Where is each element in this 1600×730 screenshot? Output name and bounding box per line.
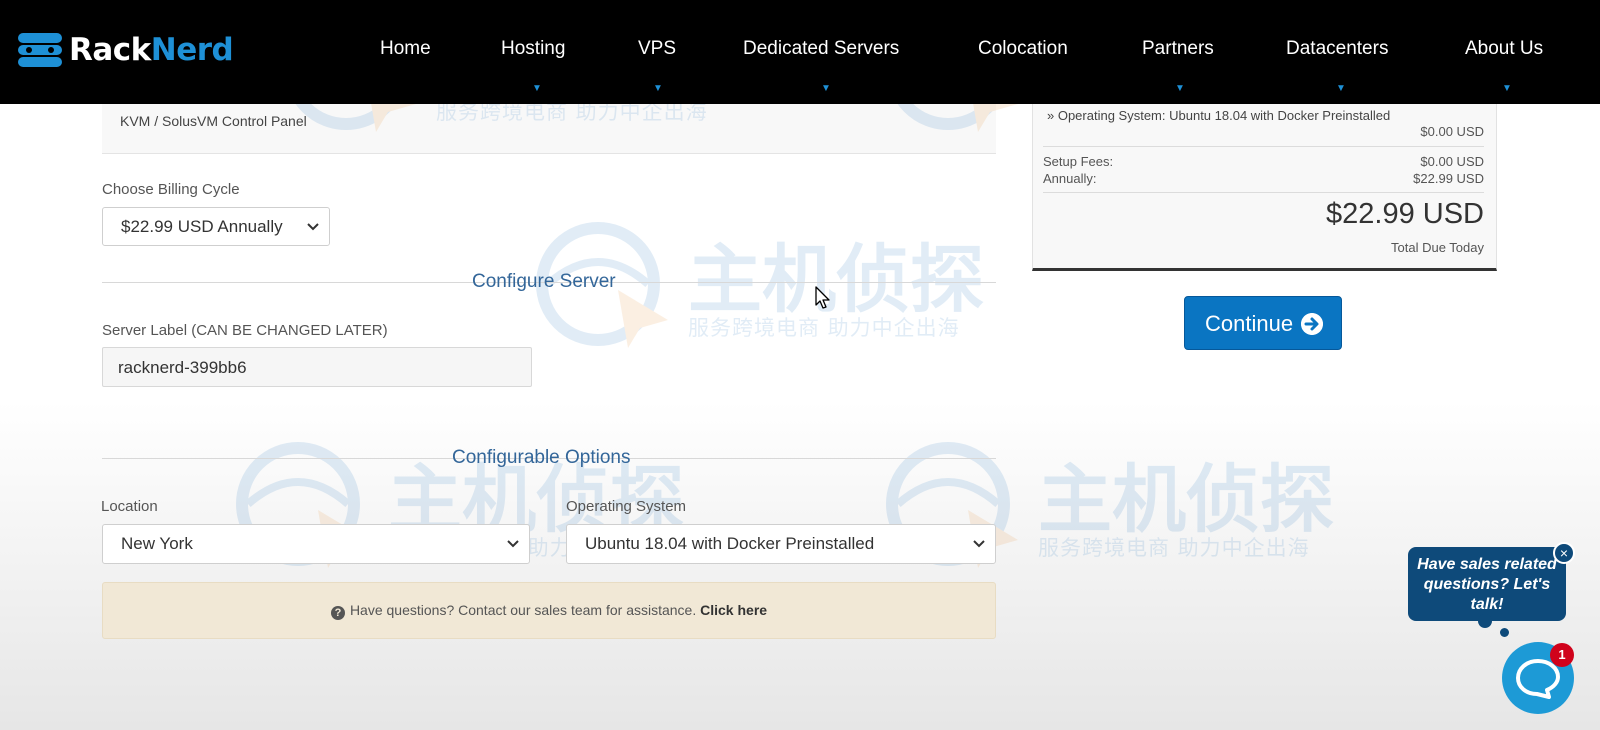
location-value: New York (121, 534, 193, 553)
server-label-value: racknerd-399bb6 (118, 358, 247, 377)
summary-os-line: » Operating System: Ubuntu 18.04 with Do… (1047, 108, 1391, 123)
configurable-options-heading: Configurable Options (452, 447, 631, 468)
location-label: Location (101, 498, 158, 515)
chat-prompt-bubble[interactable]: Have sales related questions? Let's talk… (1408, 547, 1566, 621)
chevron-down-icon: ▼ (821, 83, 831, 94)
os-value: Ubuntu 18.04 with Docker Preinstalled (585, 534, 875, 553)
billing-cycle-label: Choose Billing Cycle (102, 181, 240, 198)
order-summary: » Operating System: Ubuntu 18.04 with Do… (1032, 104, 1497, 271)
summary-setup-value: $0.00 USD (1420, 154, 1484, 169)
summary-total: $22.99 USD (1326, 198, 1484, 230)
summary-divider (1043, 146, 1484, 147)
product-details-panel: KVM / SolusVM Control Panel (102, 104, 996, 154)
nav-vps[interactable]: VPS (638, 38, 676, 60)
os-select[interactable]: Ubuntu 18.04 with Docker Preinstalled (566, 524, 996, 564)
control-panel-text: KVM / SolusVM Control Panel (120, 113, 307, 129)
logo-text-rack: Rack (69, 32, 151, 68)
summary-annual-label: Annually: (1043, 171, 1097, 186)
server-label-input[interactable]: racknerd-399bb6 (102, 347, 532, 387)
nav-about-us[interactable]: About Us (1465, 38, 1543, 60)
continue-button[interactable]: Continue (1184, 296, 1342, 350)
nav-hosting[interactable]: Hosting (501, 38, 565, 60)
chat-bubble-dot (1478, 614, 1492, 628)
sales-help-box: ? Have questions? Contact our sales team … (102, 582, 996, 639)
arrow-circle-right-icon (1301, 313, 1323, 335)
summary-os-price: $0.00 USD (1420, 124, 1484, 139)
chevron-down-icon: ▼ (653, 83, 663, 94)
sales-help-message: Have questions? Contact our sales team f… (349, 602, 697, 618)
nav-home[interactable]: Home (380, 38, 431, 60)
mouse-cursor-icon (815, 286, 830, 309)
racknerd-logo[interactable]: RackNerd (18, 32, 234, 68)
chat-close-icon[interactable]: × (1553, 542, 1575, 564)
chat-notification-badge: 1 (1550, 643, 1574, 667)
chevron-down-icon: ▼ (532, 83, 542, 94)
billing-cycle-select[interactable]: $22.99 USD Annually (102, 207, 330, 246)
configure-server-heading: Configure Server (472, 271, 616, 292)
question-circle-icon: ? (330, 606, 345, 620)
nav-colocation[interactable]: Colocation (978, 38, 1068, 60)
chevron-down-icon (307, 222, 319, 230)
chat-prompt-text: Have sales related questions? Let's talk… (1417, 556, 1557, 613)
sales-help-text: ? Have questions? Contact our sales team … (103, 602, 995, 620)
logo-text-nerd: Nerd (150, 32, 234, 68)
sales-help-link[interactable]: Click here (700, 602, 767, 618)
location-select[interactable]: New York (102, 524, 530, 564)
top-navbar: RackNerd Home Hosting ▼ VPS ▼ Dedicated … (0, 0, 1600, 104)
watermark-text: 主机侦探 (1038, 457, 1334, 543)
summary-total-caption: Total Due Today (1391, 240, 1484, 255)
nav-dedicated-servers[interactable]: Dedicated Servers (743, 38, 899, 60)
chevron-down-icon: ▼ (1336, 83, 1346, 94)
chevron-down-icon: ▼ (1175, 83, 1185, 94)
chat-bubble-dot (1500, 628, 1509, 637)
summary-setup-row: Setup Fees: $0.00 USD (1043, 154, 1484, 169)
nav-partners[interactable]: Partners (1142, 38, 1214, 60)
summary-divider (1043, 192, 1484, 193)
chevron-down-icon (507, 540, 519, 548)
summary-setup-label: Setup Fees: (1043, 154, 1114, 169)
logo-server-icon (18, 33, 62, 67)
continue-label: Continue (1205, 311, 1294, 336)
chevron-down-icon: ▼ (1502, 83, 1512, 94)
billing-cycle-value: $22.99 USD Annually (121, 216, 283, 236)
logo-wordmark: RackNerd (69, 32, 234, 68)
chevron-down-icon (973, 540, 985, 548)
os-label: Operating System (566, 498, 687, 515)
summary-annual-value: $22.99 USD (1413, 171, 1484, 186)
watermark-subtext: 服务跨境电商 助力中企出海 (1038, 536, 1310, 560)
nav-datacenters[interactable]: Datacenters (1286, 38, 1388, 60)
server-label-caption: Server Label (CAN BE CHANGED LATER) (102, 322, 388, 339)
watermark-text: 主机侦探 (688, 237, 984, 323)
summary-annual-row: Annually: $22.99 USD (1043, 171, 1484, 186)
watermark-subtext: 服务跨境电商 助力中企出海 (688, 316, 960, 340)
